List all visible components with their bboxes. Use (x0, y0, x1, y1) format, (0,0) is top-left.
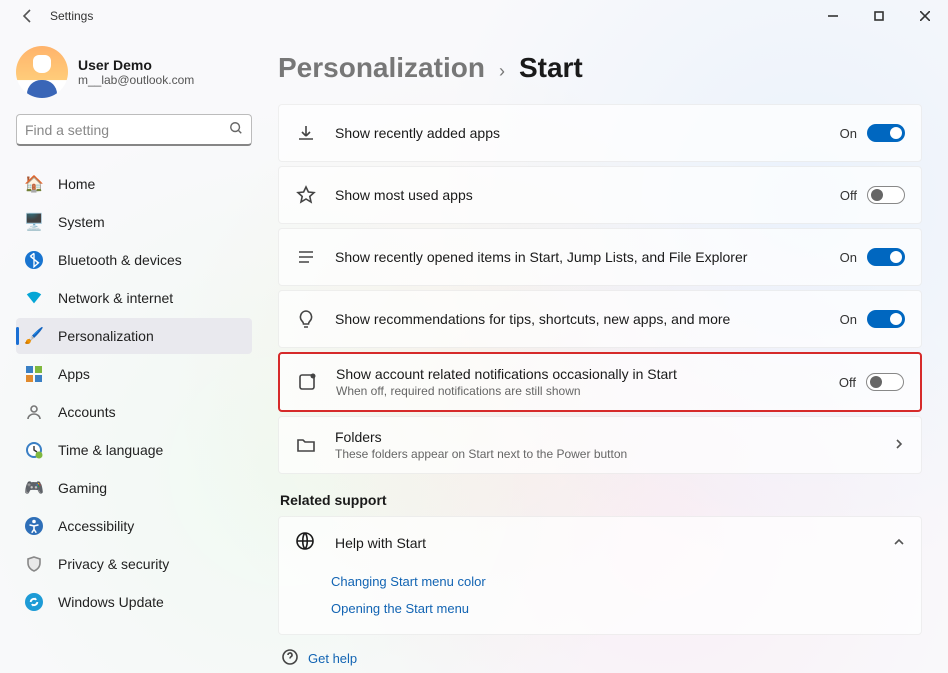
app-title: Settings (50, 9, 93, 23)
support-link-color[interactable]: Changing Start menu color (331, 574, 905, 589)
setting-label: Show account related notifications occas… (336, 366, 839, 382)
sidebar-item-label: Accessibility (58, 518, 134, 534)
wifi-icon (24, 288, 44, 308)
profile-name: User Demo (78, 57, 194, 73)
search-input[interactable] (25, 122, 229, 138)
sidebar-item-label: Accounts (58, 404, 116, 420)
setting-label: Show recommendations for tips, shortcuts… (335, 311, 840, 327)
shield-icon (24, 554, 44, 574)
toggle-state: On (840, 250, 857, 265)
setting-label: Show recently opened items in Start, Jum… (335, 249, 840, 265)
chevron-up-icon (893, 535, 905, 551)
sidebar-item-gaming[interactable]: 🎮 Gaming (16, 470, 252, 506)
breadcrumb: Personalization › Start (278, 52, 922, 84)
sidebar-item-label: Windows Update (58, 594, 164, 610)
back-button[interactable] (20, 8, 38, 24)
download-icon (295, 122, 317, 144)
notification-icon (296, 371, 318, 393)
sidebar-item-label: Time & language (58, 442, 163, 458)
setting-sublabel: These folders appear on Start next to th… (335, 447, 893, 461)
support-card-header[interactable]: Help with Start (279, 517, 921, 568)
sidebar-item-label: System (58, 214, 105, 230)
maximize-button[interactable] (856, 0, 902, 32)
toggle-state: Off (839, 375, 856, 390)
system-icon: 🖥️ (24, 212, 44, 232)
profile[interactable]: User Demo m__lab@outlook.com (16, 46, 252, 114)
sidebar-item-time[interactable]: Time & language (16, 432, 252, 468)
toggle-state: On (840, 126, 857, 141)
accounts-icon (24, 402, 44, 422)
get-help-label: Get help (308, 651, 357, 666)
apps-icon (24, 364, 44, 384)
related-support-heading: Related support (280, 492, 922, 508)
support-link-opening[interactable]: Opening the Start menu (331, 601, 905, 616)
gaming-icon: 🎮 (24, 478, 44, 498)
setting-sublabel: When off, required notifications are sti… (336, 384, 839, 398)
setting-label: Show recently added apps (335, 125, 840, 141)
chevron-right-icon (893, 437, 905, 453)
main-content: Personalization › Start Show recently ad… (268, 32, 948, 673)
sidebar-item-update[interactable]: Windows Update (16, 584, 252, 620)
support-title: Help with Start (335, 535, 893, 551)
clock-icon (24, 440, 44, 460)
toggle-state: On (840, 312, 857, 327)
nav-list: 🏠 Home 🖥️ System Bluetooth & devices Net… (16, 166, 252, 620)
folder-icon (295, 434, 317, 456)
globe-icon (295, 531, 317, 554)
bluetooth-icon (24, 250, 44, 270)
sidebar-item-privacy[interactable]: Privacy & security (16, 546, 252, 582)
sidebar: User Demo m__lab@outlook.com 🏠 Home 🖥️ S… (0, 32, 268, 673)
avatar (16, 46, 68, 98)
setting-account-notifications[interactable]: Show account related notifications occas… (278, 352, 922, 412)
toggle-switch[interactable] (867, 186, 905, 204)
sidebar-item-label: Personalization (58, 328, 154, 344)
sidebar-item-personalization[interactable]: 🖌️ Personalization (16, 318, 252, 354)
home-icon: 🏠 (24, 174, 44, 194)
accessibility-icon (24, 516, 44, 536)
sidebar-item-label: Bluetooth & devices (58, 252, 182, 268)
toggle-switch[interactable] (867, 310, 905, 328)
search-box[interactable] (16, 114, 252, 146)
toggle-switch[interactable] (867, 248, 905, 266)
help-icon (282, 649, 298, 668)
sidebar-item-home[interactable]: 🏠 Home (16, 166, 252, 202)
toggle-state: Off (840, 188, 857, 203)
sidebar-item-label: Home (58, 176, 95, 192)
personalization-icon: 🖌️ (24, 326, 44, 346)
breadcrumb-parent[interactable]: Personalization (278, 52, 485, 84)
list-icon (295, 246, 317, 268)
sidebar-item-system[interactable]: 🖥️ System (16, 204, 252, 240)
sidebar-item-apps[interactable]: Apps (16, 356, 252, 392)
page-title: Start (519, 52, 583, 84)
support-card: Help with Start Changing Start menu colo… (278, 516, 922, 635)
close-button[interactable] (902, 0, 948, 32)
star-icon (295, 184, 317, 206)
setting-recommendations[interactable]: Show recommendations for tips, shortcuts… (278, 290, 922, 348)
sidebar-item-label: Gaming (58, 480, 107, 496)
setting-folders[interactable]: Folders These folders appear on Start ne… (278, 416, 922, 474)
chevron-right-icon: › (499, 61, 505, 82)
setting-label: Show most used apps (335, 187, 840, 203)
toggle-switch[interactable] (867, 124, 905, 142)
setting-label: Folders (335, 429, 893, 445)
minimize-button[interactable] (810, 0, 856, 32)
titlebar: Settings (0, 0, 948, 32)
setting-recent-items[interactable]: Show recently opened items in Start, Jum… (278, 228, 922, 286)
get-help-link[interactable]: Get help (282, 649, 922, 668)
sidebar-item-label: Apps (58, 366, 90, 382)
profile-email: m__lab@outlook.com (78, 73, 194, 87)
sidebar-item-bluetooth[interactable]: Bluetooth & devices (16, 242, 252, 278)
sidebar-item-label: Privacy & security (58, 556, 169, 572)
sidebar-item-accounts[interactable]: Accounts (16, 394, 252, 430)
setting-most-used[interactable]: Show most used apps Off (278, 166, 922, 224)
lightbulb-icon (295, 308, 317, 330)
update-icon (24, 592, 44, 612)
toggle-switch[interactable] (866, 373, 904, 391)
sidebar-item-accessibility[interactable]: Accessibility (16, 508, 252, 544)
search-icon (229, 121, 243, 138)
sidebar-item-network[interactable]: Network & internet (16, 280, 252, 316)
sidebar-item-label: Network & internet (58, 290, 173, 306)
setting-recently-added[interactable]: Show recently added apps On (278, 104, 922, 162)
